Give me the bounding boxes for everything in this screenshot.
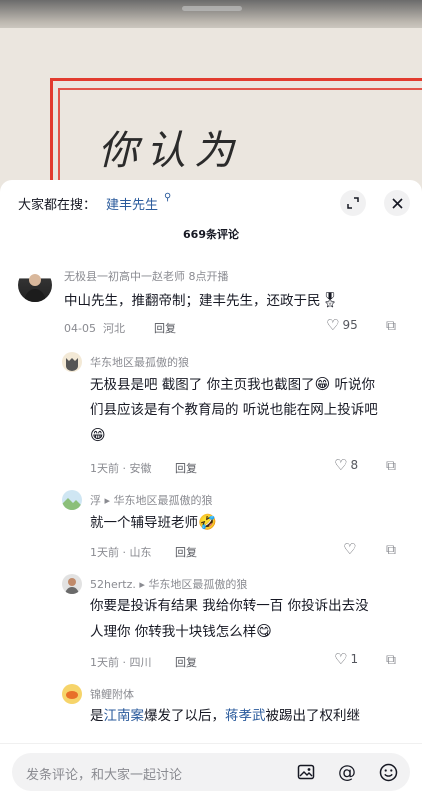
comment-body-line: 们县应该是有个教育局的 听说也能在网上投诉吧 [90,402,378,418]
comment-date: 04-05 [64,322,96,335]
hot-search-prefix: 大家都在搜： [18,198,97,213]
at-icon[interactable]: @ [333,758,361,786]
comment-body: 就一个辅导班老师 [90,515,198,531]
comment-meta: 04-05 河北 [64,320,125,336]
video-background[interactable]: 你认为 [0,0,422,200]
reply-author[interactable]: 52hertz. [90,578,136,591]
expand-button[interactable] [340,190,366,216]
comment-meta: 1天前 · 四川 [90,656,152,669]
comment-body: 被踢出了权利继 [265,708,361,724]
comment-text: 是江南案爆发了以后，蒋孝武被踢出了权利继 [90,704,360,729]
topic-link[interactable]: 江南案 [104,708,145,724]
medal-emoji-icon: 🎖 [320,291,340,309]
avatar[interactable] [18,268,52,302]
close-button[interactable] [384,190,410,216]
comment-date: 1天前 [90,546,119,559]
comment-text: 你要是投诉有结果 我给你转一百 你投诉出去没 人理你 你转我十块钱怎么样😋 [90,594,410,645]
reply-button[interactable]: 回复 [175,460,197,476]
like-count: 8 [350,458,359,472]
like-button[interactable]: ♡ 1 [334,650,358,668]
comment-text: 就一个辅导班老师🤣 [90,510,217,536]
comment-input-placeholder: 发条评论，和大家一起讨论 [26,768,183,783]
comment-location: 河北 [102,322,125,335]
like-count: 95 [342,318,358,332]
comment-location: 四川 [129,656,152,669]
avatar-person-icon [24,274,46,302]
comment-username[interactable]: 华东地区最孤傲的狼 [90,354,189,370]
comment-body-line: 听说你 [330,377,376,393]
reply-target[interactable]: 华东地区最孤傲的狼 [114,494,213,507]
comment-body-line: 人理你 你转我十块钱怎么样 [90,624,257,640]
comment-sheet: 大家都在搜： 建丰先生 ⚲ 669条评论 无极县一初高中一赵老师 8点开播 中山… [0,180,422,800]
like-button[interactable]: ♡ 8 [334,456,358,474]
avatar[interactable] [62,490,82,510]
comment-username[interactable]: 52hertz. ▸ 华东地区最孤傲的狼 [90,576,247,592]
avatar[interactable] [62,352,82,372]
reply-button[interactable]: 回复 [154,320,176,336]
comment-username[interactable]: 锦鲤附体 [90,686,134,702]
wolf-avatar-icon [66,358,78,371]
comment-location: 安徽 [129,462,152,475]
reply-button[interactable]: 回复 [175,654,197,670]
dislike-icon[interactable]: ⧉ [386,318,396,334]
comment-date: 1天前 [90,656,119,669]
like-button[interactable]: ♡ [343,540,356,558]
comment-body: 中山先生，推翻帝制；建丰先生，还政于民 [64,293,321,309]
koi-avatar-icon [66,691,78,699]
heart-icon: ♡ [334,456,348,474]
comment-text: 中山先生，推翻帝制；建丰先生，还政于民🎖 [64,288,340,314]
heart-icon: ♡ [326,316,340,334]
comment-location: 山东 [129,546,152,559]
reply-target[interactable]: 华东地区最孤傲的狼 [148,578,247,591]
search-icon[interactable]: ⚲ [164,192,171,203]
hot-search-term[interactable]: 建丰先生 [106,194,158,213]
close-icon [391,197,403,209]
emoji-icon[interactable] [374,758,402,786]
expand-icon [347,197,359,209]
heart-icon: ♡ [343,540,357,558]
comment-meta: 1天前 · 安徽 [90,462,152,475]
reply-button[interactable]: 回复 [175,544,197,560]
comment-input-bar: 发条评论，和大家一起讨论 @ [0,743,422,800]
comment-meta: 1天前 · 山东 [90,546,152,559]
dislike-icon[interactable]: ⧉ [386,458,396,474]
image-icon[interactable] [292,758,320,786]
comment-text: 无极县是吧 截图了 你主页我也截图了😁 听说你 们县应该是有个教育局的 听说也能… [90,372,410,449]
landscape-avatar-icon [62,498,82,510]
comment-username[interactable]: 无极县一初高中一赵老师 8点开播 [64,268,229,284]
grin-emoji-icon: 😁 [90,426,106,444]
dislike-icon[interactable]: ⧉ [386,652,396,668]
comment-input[interactable]: 发条评论，和大家一起讨论 @ [12,753,410,791]
sheet-header: 大家都在搜： 建丰先生 ⚲ [0,180,422,220]
comment-username[interactable]: 浮 ▸ 华东地区最孤傲的狼 [90,492,213,508]
comment-body-line: 你要是投诉有结果 我给你转一百 你投诉出去没 [90,598,369,614]
topic-link[interactable]: 蒋孝武 [225,708,266,724]
handwritten-text: 你认为 [98,128,242,174]
yum-emoji-icon: 😋 [256,622,272,640]
comment-body: 是 [90,708,104,724]
comment-body-line: 无极县是吧 截图了 你主页我也截图了 [90,377,315,393]
avatar[interactable] [62,684,82,704]
dislike-icon[interactable]: ⧉ [386,542,396,558]
grin-emoji-icon: 😁 [314,375,331,393]
drag-handle[interactable] [182,6,242,11]
avatar[interactable] [62,574,82,594]
person-avatar-icon [65,578,79,594]
heart-icon: ♡ [334,650,348,668]
comment-date: 1天前 [90,462,119,475]
reply-author[interactable]: 浮 [90,494,101,507]
rofl-emoji-icon: 🤣 [198,513,217,531]
like-count: 1 [350,652,359,666]
comment-body: 爆发了以后， [144,708,225,724]
comment-count: 669条评论 [183,228,239,241]
like-button[interactable]: ♡ 95 [326,316,358,334]
